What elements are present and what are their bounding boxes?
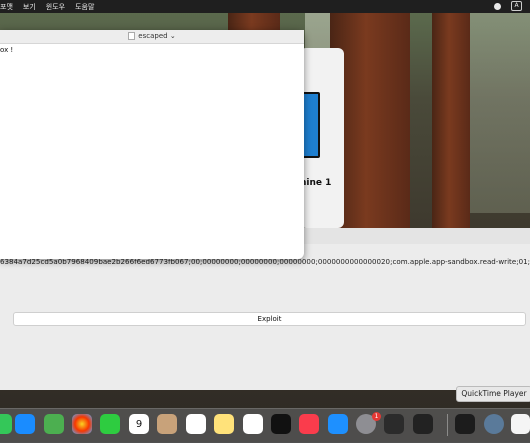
terminal-icon[interactable]	[413, 414, 433, 434]
console-icon[interactable]	[384, 414, 404, 434]
mail-icon[interactable]	[15, 414, 35, 434]
exploit-button[interactable]: Exploit	[13, 312, 526, 326]
menu-help[interactable]: 도움말	[75, 2, 94, 12]
textedit-content[interactable]: ox !	[0, 44, 304, 54]
music-icon[interactable]	[299, 414, 319, 434]
menu-view[interactable]: 보기	[23, 2, 36, 12]
messages-icon[interactable]	[0, 414, 12, 434]
wallpaper-light	[470, 13, 530, 213]
textedit-window: escaped ⌄ ox !	[0, 30, 304, 259]
photos-icon[interactable]	[72, 414, 92, 434]
textedit-titlebar[interactable]: escaped ⌄	[0, 30, 304, 44]
reminders-icon[interactable]	[186, 414, 206, 434]
menu-bar: 포맷 보기 윈도우 도움말 A	[0, 0, 530, 13]
maps-icon[interactable]	[44, 414, 64, 434]
window-title: escaped	[138, 32, 168, 40]
machine-label: hine 1	[300, 178, 332, 188]
machine-screen-icon	[302, 92, 320, 158]
menu-format[interactable]: 포맷	[0, 2, 13, 12]
tree-trunk	[432, 13, 470, 243]
textedit-dock-icon[interactable]	[511, 414, 530, 434]
calendar-day: 9	[135, 419, 143, 430]
settings-badge: 1	[372, 412, 381, 421]
input-source-icon[interactable]: A	[511, 1, 522, 11]
dock-separator	[447, 414, 448, 436]
chevron-down-icon[interactable]: ⌄	[168, 32, 176, 40]
calendar-icon[interactable]: 9	[129, 414, 149, 434]
contacts-icon[interactable]	[157, 414, 177, 434]
menu-window[interactable]: 윈도우	[46, 2, 65, 12]
appstore-icon[interactable]	[328, 414, 348, 434]
machine-card	[300, 48, 344, 228]
notes-icon[interactable]	[214, 414, 234, 434]
document-icon	[128, 32, 136, 40]
dock-tooltip: QuickTime Player	[456, 386, 530, 402]
freeform-icon[interactable]	[243, 414, 263, 434]
facetime-icon[interactable]	[100, 414, 120, 434]
activity-monitor-icon[interactable]	[455, 414, 475, 434]
quicktime-icon[interactable]	[484, 414, 504, 434]
control-center-icon[interactable]	[494, 2, 501, 10]
appletv-icon[interactable]	[271, 414, 291, 434]
